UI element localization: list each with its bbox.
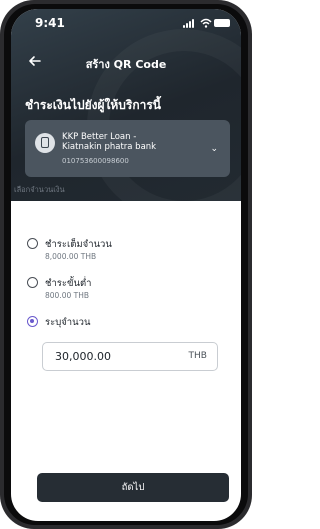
payee-name-line2: Kiatnakin phatra bank: [62, 142, 157, 152]
option-full-amount-title: ชำระเต็มจำนวน: [45, 239, 112, 250]
radio-full-amount[interactable]: [27, 238, 38, 249]
wifi-icon: [200, 18, 212, 28]
radio-minimum[interactable]: [27, 277, 38, 288]
section-title: ชำระเงินไปยังผู้ให้บริการนี้: [25, 98, 161, 112]
arrow-left-icon[interactable]: [27, 53, 43, 69]
radio-custom[interactable]: [27, 316, 38, 327]
payee-account: 010753600098600: [62, 157, 129, 165]
payee-name-line1: KKP Better Loan -: [62, 132, 137, 142]
option-minimum-title: ชำระขั้นต่ำ: [45, 278, 92, 289]
amount-input-field[interactable]: 30,000.00 THB: [42, 342, 218, 371]
app-screen: 9:41 สร้าง QR Code ชำระเงินไปยังผู้ให้บร…: [11, 9, 241, 521]
payee-card[interactable]: KKP Better Loan - Kiatnakin phatra bank …: [25, 120, 230, 177]
amount-input-value[interactable]: 30,000.00: [55, 350, 111, 363]
battery-icon: [214, 19, 230, 27]
option-custom-title: ระบุจำนวน: [45, 317, 91, 328]
status-time: 9:41: [35, 16, 65, 30]
page-title: สร้าง QR Code: [85, 58, 167, 71]
bill-icon: [35, 133, 55, 153]
phone-frame: 9:41 สร้าง QR Code ชำระเงินไปยังผู้ให้บร…: [0, 0, 252, 529]
status-bar: 9:41: [11, 9, 241, 37]
amount-label: เลือกจำนวนเงิน: [14, 185, 65, 194]
status-icons: [183, 18, 230, 28]
amount-currency: THB: [188, 351, 207, 361]
chevron-down-icon[interactable]: ⌄: [210, 144, 218, 154]
signal-icon: [183, 18, 197, 28]
option-minimum-value: 800.00 THB: [45, 291, 89, 300]
option-full-amount-value: 8,000.00 THB: [45, 252, 97, 261]
payee-name: KKP Better Loan - Kiatnakin phatra bank: [62, 132, 212, 152]
next-button[interactable]: ถัดไป: [37, 473, 229, 502]
